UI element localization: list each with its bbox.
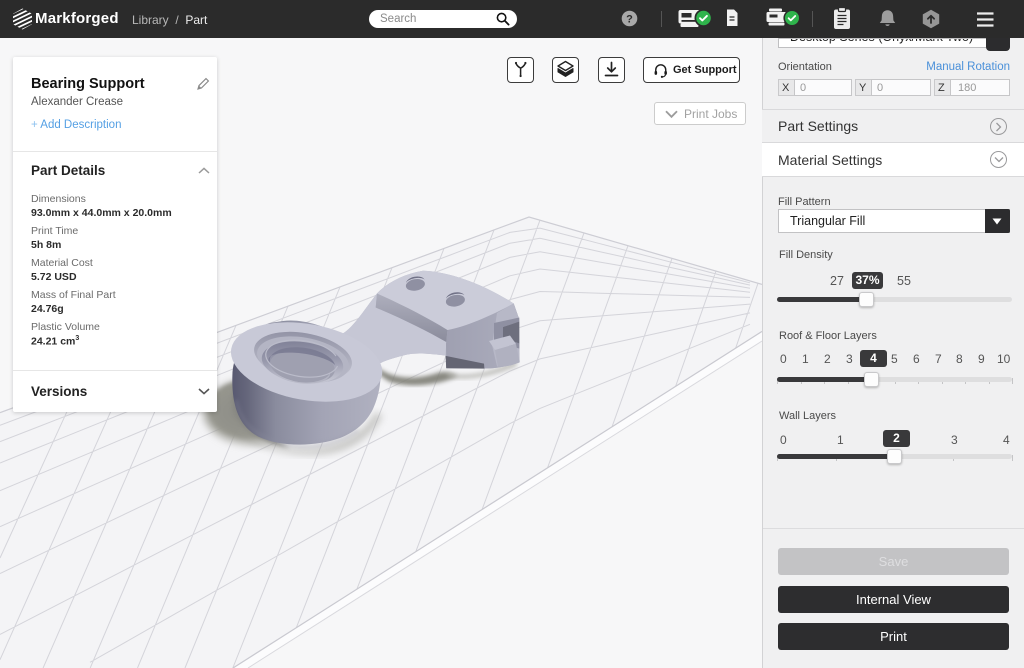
svg-text:?: ? (626, 14, 633, 26)
